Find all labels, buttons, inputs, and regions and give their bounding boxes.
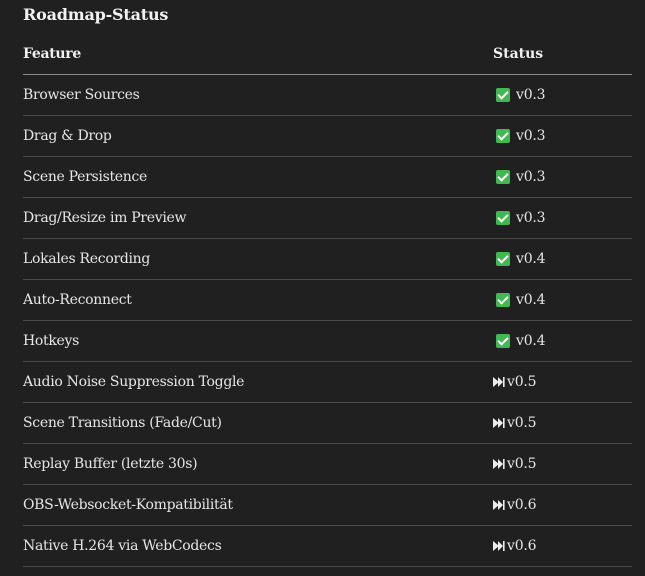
- table-row: Native H.264 via WebCodecs v0.6: [23, 526, 632, 567]
- feature-cell: Native H.264 via WebCodecs: [23, 538, 222, 554]
- feature-cell: Browser Sources: [23, 87, 140, 103]
- table-row: Scene Transitions (Fade/Cut) v0.5: [23, 403, 632, 444]
- table-row: Auto-Reconnect v0.4: [23, 280, 632, 321]
- header-feature: Feature: [23, 46, 81, 62]
- version-label: v0.3: [516, 128, 546, 144]
- table-row: Audio Noise Suppression Toggle v0.5: [23, 362, 632, 403]
- status-cell: v0.3: [493, 210, 632, 226]
- version-label: v0.4: [516, 292, 546, 308]
- check-mark-icon: [496, 252, 510, 266]
- feature-cell: Audio Noise Suppression Toggle: [23, 374, 245, 390]
- version-label: v0.3: [516, 169, 546, 185]
- feature-cell: Lokales Recording: [23, 251, 151, 267]
- check-mark-icon: [496, 293, 510, 307]
- status-cell: v0.6: [493, 497, 632, 513]
- status-cell: v0.5: [493, 415, 632, 431]
- feature-cell: Hotkeys: [23, 333, 80, 349]
- status-cell: v0.5: [493, 374, 632, 390]
- check-mark-icon: [496, 88, 510, 102]
- header-status: Status: [493, 46, 544, 62]
- roadmap-section: Roadmap-Status Feature Status Browser So…: [0, 0, 645, 576]
- table-row: Drag/Resize im Preview v0.3: [23, 198, 632, 239]
- status-cell: v0.4: [493, 333, 632, 349]
- next-track-icon: [493, 499, 505, 511]
- table-row: Replay Buffer (letzte 30s) v0.5: [23, 444, 632, 485]
- table-row: Lokales Recording v0.4: [23, 239, 632, 280]
- version-label: v0.3: [516, 87, 546, 103]
- version-label: v0.6: [507, 497, 537, 513]
- status-cell: v0.3: [493, 169, 632, 185]
- next-track-icon: [493, 458, 505, 470]
- version-label: v0.5: [507, 415, 537, 431]
- status-cell: v0.5: [493, 456, 632, 472]
- status-cell: v0.3: [493, 87, 632, 103]
- status-cell: v0.6: [493, 538, 632, 554]
- status-cell: v0.4: [493, 292, 632, 308]
- version-label: v0.4: [516, 333, 546, 349]
- version-label: v0.6: [507, 538, 537, 554]
- feature-cell: Replay Buffer (letzte 30s): [23, 456, 198, 472]
- version-label: v0.5: [507, 456, 537, 472]
- next-track-icon: [493, 540, 505, 552]
- version-label: v0.4: [516, 251, 546, 267]
- feature-cell: Drag/Resize im Preview: [23, 210, 187, 226]
- feature-cell: Scene Transitions (Fade/Cut): [23, 415, 222, 431]
- table-row: OBS-Websocket-Kompatibilität v0.6: [23, 485, 632, 526]
- table-header: Feature Status: [23, 34, 632, 75]
- table-row: Browser Sources v0.3: [23, 75, 632, 116]
- feature-cell: Drag & Drop: [23, 128, 112, 144]
- check-mark-icon: [496, 334, 510, 348]
- feature-cell: Scene Persistence: [23, 169, 148, 185]
- table-body: Browser Sources v0.3 Drag & Drop v0.3 Scene …: [23, 75, 632, 567]
- table-row: Drag & Drop v0.3: [23, 116, 632, 157]
- version-label: v0.3: [516, 210, 546, 226]
- roadmap-table: Feature Status Browser Sources v0.3 Drag &…: [23, 34, 632, 567]
- next-track-icon: [493, 417, 505, 429]
- section-title: Roadmap-Status: [23, 5, 169, 24]
- check-mark-icon: [496, 211, 510, 225]
- status-cell: v0.4: [493, 251, 632, 267]
- check-mark-icon: [496, 129, 510, 143]
- table-row: Hotkeys v0.4: [23, 321, 632, 362]
- status-cell: v0.3: [493, 128, 632, 144]
- next-track-icon: [493, 376, 505, 388]
- check-mark-icon: [496, 170, 510, 184]
- version-label: v0.5: [507, 374, 537, 390]
- feature-cell: Auto-Reconnect: [23, 292, 132, 308]
- table-row: Scene Persistence v0.3: [23, 157, 632, 198]
- feature-cell: OBS-Websocket-Kompatibilität: [23, 497, 233, 513]
